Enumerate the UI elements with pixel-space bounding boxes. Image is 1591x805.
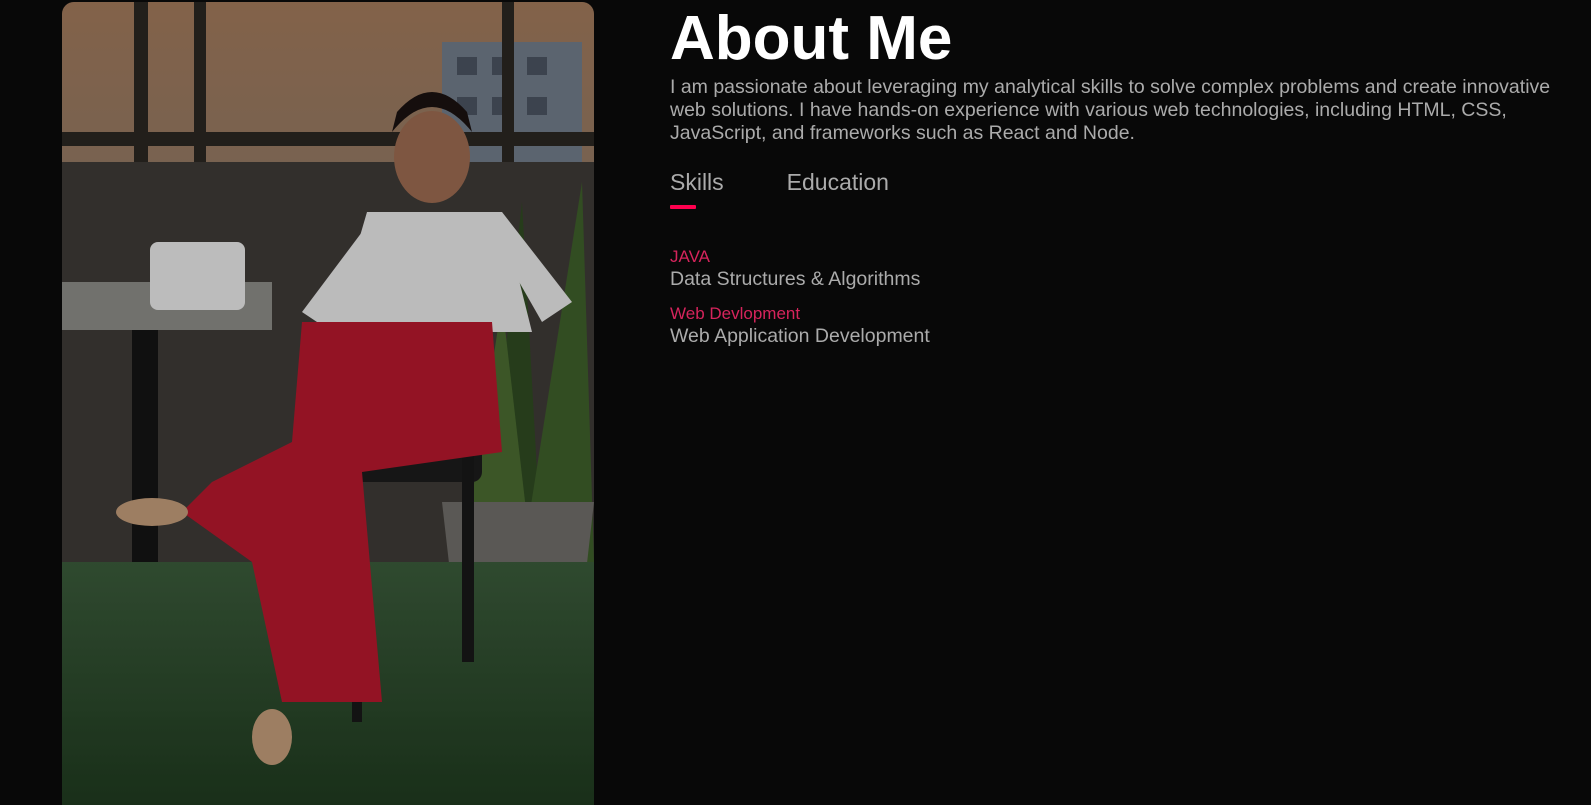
- skill-description: Data Structures & Algorithms: [670, 268, 921, 290]
- list-item: JAVA Data Structures & Algorithms: [670, 247, 1580, 291]
- intro-paragraph: I am passionate about leveraging my anal…: [670, 76, 1551, 144]
- about-content: About Me I am passionate about leveragin…: [670, 0, 1580, 361]
- tab-education[interactable]: Education: [787, 169, 889, 209]
- list-item: Web Devlopment Web Application Developme…: [670, 304, 1580, 348]
- profile-photo: [62, 2, 594, 805]
- skill-name: JAVA: [670, 247, 710, 266]
- tab-bar: Skills Education: [670, 169, 1580, 209]
- tab-skills[interactable]: Skills: [670, 169, 724, 209]
- page-title: About Me: [670, 4, 953, 73]
- skill-description: Web Application Development: [670, 325, 930, 347]
- skills-list: JAVA Data Structures & Algorithms Web De…: [670, 247, 1580, 348]
- skill-name: Web Devlopment: [670, 304, 801, 323]
- about-section: About Me I am passionate about leveragin…: [0, 0, 1591, 805]
- profile-photo-illustration: [62, 2, 594, 805]
